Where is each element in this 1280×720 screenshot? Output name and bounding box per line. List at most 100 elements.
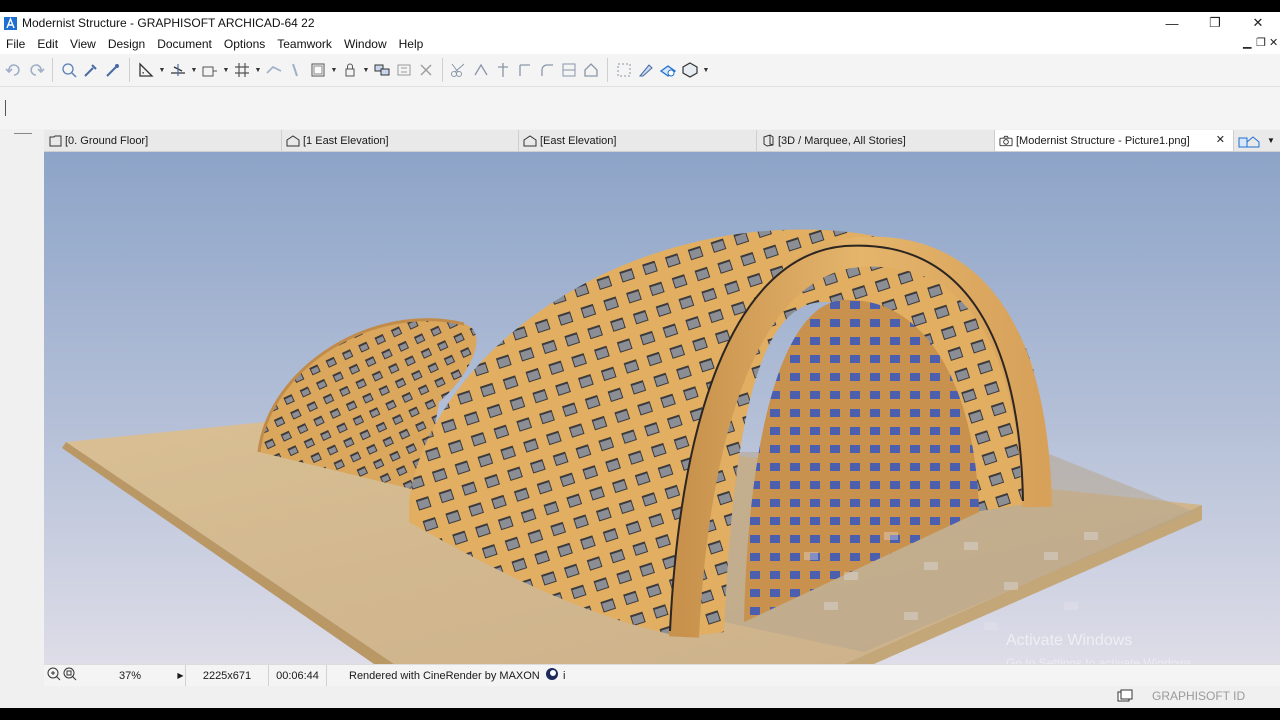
intersect-icon <box>498 63 508 77</box>
tab-3d-marquee[interactable]: [3D / Marquee, All Stories] <box>757 130 995 151</box>
3d-window-icon <box>761 134 775 148</box>
tab-ground-floor[interactable]: [0. Ground Floor] <box>44 130 282 151</box>
eyedropper-icon <box>84 64 97 77</box>
grid-icon <box>235 63 249 77</box>
zoom-menu-button[interactable]: ▶ <box>176 665 186 686</box>
lock-icon <box>345 63 355 77</box>
panel-grip[interactable] <box>14 133 32 134</box>
menu-help[interactable]: Help <box>393 37 430 51</box>
guide-lines-dropdown[interactable]: ▼ <box>157 59 167 81</box>
tab-east-elevation[interactable]: [East Elevation] <box>519 130 757 151</box>
windows-icon[interactable] <box>1117 689 1133 706</box>
snap-dropdown[interactable]: ▼ <box>189 59 199 81</box>
explode-icon <box>617 63 631 77</box>
mdi-minimize-button[interactable]: ▁ <box>1243 36 1251 49</box>
adjust-button[interactable] <box>470 59 492 81</box>
house-icon <box>584 63 598 77</box>
render-canvas <box>44 152 1280 664</box>
grid-button[interactable] <box>231 59 253 81</box>
activate-windows-title: Activate Windows <box>1006 632 1133 649</box>
activate-windows-subtitle: Go to Settings to activate Windows. <box>1006 656 1196 664</box>
group-icon <box>374 64 390 76</box>
redo-button[interactable] <box>25 59 47 81</box>
minimize-button[interactable]: — <box>1150 12 1194 34</box>
chevron-down-icon: ▼ <box>1267 136 1275 145</box>
window-title: Modernist Structure - GRAPHISOFT ARCHICA… <box>22 16 315 30</box>
graphisoft-id-button[interactable]: GRAPHISOFT ID <box>1152 689 1245 703</box>
lock-button[interactable] <box>339 59 361 81</box>
group-button[interactable] <box>371 59 393 81</box>
menu-design[interactable]: Design <box>102 37 151 51</box>
3d-style-icon <box>682 62 698 78</box>
tab-label: [East Elevation] <box>540 134 617 147</box>
info-icon[interactable]: i <box>563 670 565 682</box>
trace-icon <box>266 66 282 74</box>
split-button[interactable] <box>448 59 470 81</box>
intersect-button[interactable] <box>492 59 514 81</box>
menu-file[interactable]: File <box>0 37 31 51</box>
menu-edit[interactable]: Edit <box>31 37 64 51</box>
suspend-groups-button[interactable] <box>415 59 437 81</box>
redo-icon <box>30 64 45 76</box>
camera-icon <box>999 134 1013 148</box>
zoom-buttons <box>44 665 84 686</box>
zoom-in-icon[interactable] <box>46 666 62 685</box>
tab-label: [3D / Marquee, All Stories] <box>778 134 906 147</box>
mdi-close-button[interactable]: ✕ <box>1269 36 1278 49</box>
menu-options[interactable]: Options <box>218 37 271 51</box>
undo-button[interactable] <box>3 59 25 81</box>
restore-button[interactable]: ❐ <box>1193 12 1237 34</box>
tab-list-button[interactable]: ▼ <box>1234 130 1280 151</box>
house-button[interactable] <box>580 59 602 81</box>
snap-button[interactable] <box>167 59 189 81</box>
minimize-icon: — <box>1165 15 1179 31</box>
standard-toolbar: ▼ ▼ ▼ ▼ ▼ ▼ ▼ <box>0 54 1280 87</box>
menu-document[interactable]: Document <box>151 37 218 51</box>
renderer-text: Rendered with CineRender by MAXON <box>349 669 540 682</box>
adjust-icon <box>474 63 488 76</box>
layers-button[interactable] <box>307 59 329 81</box>
explode-button[interactable] <box>613 59 635 81</box>
elevation-button[interactable] <box>199 59 221 81</box>
menu-teamwork[interactable]: Teamwork <box>271 37 338 51</box>
tab-modernist-picture[interactable]: [Modernist Structure - Picture1.png] ✕ <box>995 130 1234 151</box>
render-time-value: 00:06:44 <box>276 669 319 682</box>
tab-1-east-elevation[interactable]: [1 East Elevation] <box>282 130 519 151</box>
syringe-button[interactable] <box>102 59 124 81</box>
snap-guides-icon <box>171 64 185 76</box>
zoom-fit-icon[interactable] <box>62 666 78 685</box>
pick-up-icon <box>62 63 77 78</box>
tab-close-button[interactable]: ✕ <box>1216 133 1225 146</box>
close-button[interactable]: ✕ <box>1236 12 1280 34</box>
eyedropper-button[interactable] <box>80 59 102 81</box>
grid-dropdown[interactable]: ▼ <box>253 59 263 81</box>
ungroup-button[interactable] <box>393 59 415 81</box>
layers-icon <box>311 63 325 77</box>
roof-button[interactable] <box>558 59 580 81</box>
lock-dropdown[interactable]: ▼ <box>361 59 371 81</box>
tab-label: [Modernist Structure - Picture1.png] <box>1016 134 1190 147</box>
3d-view-button[interactable] <box>657 59 679 81</box>
tab-label: [1 East Elevation] <box>303 134 389 147</box>
zoom-value: 37% <box>118 669 142 682</box>
3d-style-dropdown[interactable]: ▼ <box>701 59 711 81</box>
pen-button[interactable] <box>285 59 307 81</box>
mdi-restore-button[interactable]: ❐ <box>1256 36 1266 49</box>
trace-button[interactable] <box>263 59 285 81</box>
scissors-icon <box>451 63 465 77</box>
layers-dropdown[interactable]: ▼ <box>329 59 339 81</box>
trim-button[interactable] <box>514 59 536 81</box>
menu-view[interactable]: View <box>64 37 102 51</box>
edit-selection-icon <box>638 64 653 77</box>
status-bar: 37% ▶ 2225x671 00:06:44 Rendered with Ci… <box>44 664 1280 686</box>
menu-window[interactable]: Window <box>338 37 393 51</box>
guide-lines-button[interactable] <box>135 59 157 81</box>
zoom-field[interactable]: 37% <box>84 665 176 686</box>
elevation-dropdown[interactable]: ▼ <box>221 59 231 81</box>
restore-icon: ❐ <box>1209 15 1221 30</box>
edit-selection-button[interactable] <box>635 59 657 81</box>
3d-style-button[interactable] <box>679 59 701 81</box>
info-box <box>0 87 1280 129</box>
magic-wand-button[interactable] <box>58 59 80 81</box>
fillet-button[interactable] <box>536 59 558 81</box>
